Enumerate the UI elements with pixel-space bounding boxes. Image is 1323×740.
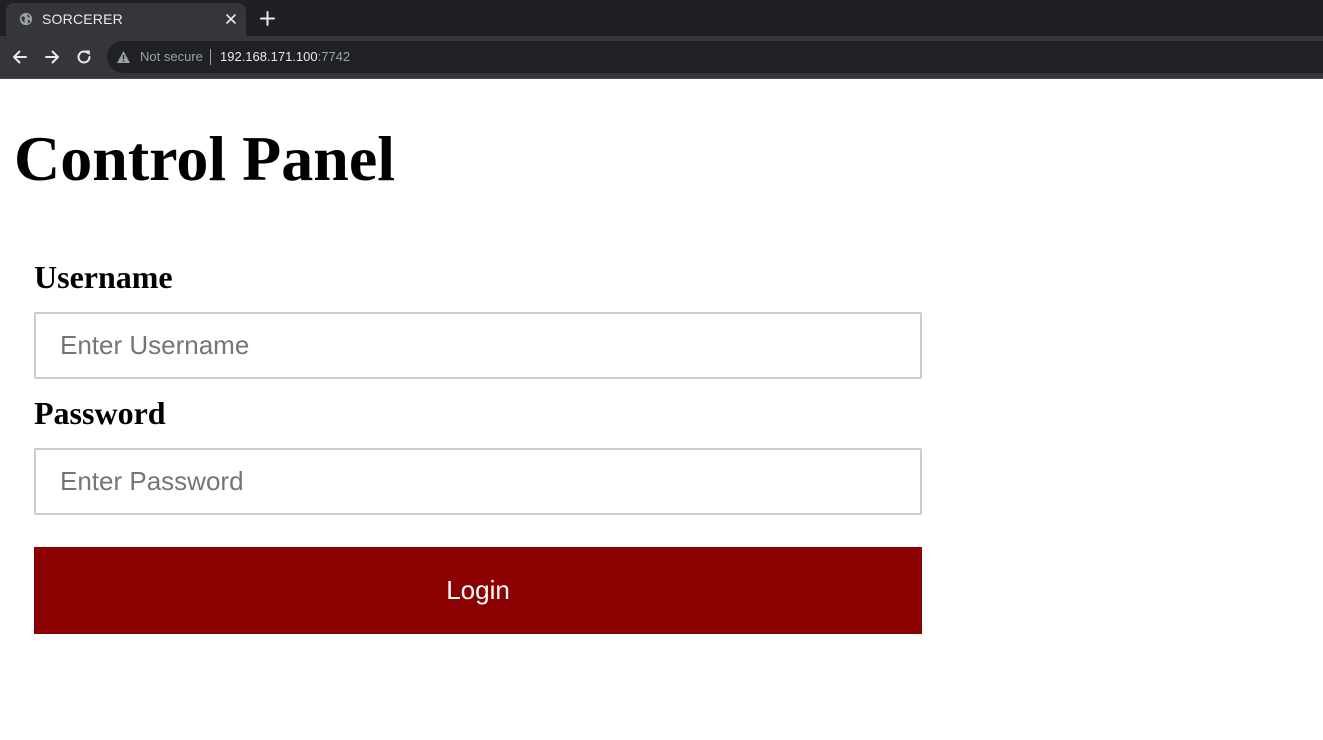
plus-icon[interactable] [260, 11, 275, 26]
warning-icon[interactable] [116, 50, 131, 64]
browser-tab-strip: SORCERER [0, 0, 1323, 36]
globe-icon [19, 12, 33, 26]
reload-icon[interactable] [75, 48, 93, 66]
url-port: :7742 [317, 49, 351, 64]
browser-toolbar: Not secure 192.168.171.100:7742 [0, 36, 1323, 79]
login-button[interactable]: Login [34, 547, 922, 634]
password-input[interactable] [34, 448, 922, 515]
password-label: Password [34, 395, 166, 431]
url-host: 192.168.171.100 [220, 49, 318, 64]
username-label: Username [34, 259, 173, 295]
tab-title: SORCERER [42, 11, 123, 27]
username-input[interactable] [34, 312, 922, 379]
address-divider [210, 49, 211, 65]
close-icon[interactable] [225, 13, 237, 25]
browser-tab[interactable]: SORCERER [6, 3, 246, 36]
security-indicator-label[interactable]: Not secure [140, 49, 203, 64]
arrow-right-icon[interactable] [43, 48, 61, 66]
url-text[interactable]: 192.168.171.100:7742 [220, 49, 350, 64]
page-title: Control Panel [14, 123, 396, 194]
arrow-left-icon[interactable] [11, 48, 29, 66]
address-bar[interactable]: Not secure 192.168.171.100:7742 [107, 41, 1323, 73]
